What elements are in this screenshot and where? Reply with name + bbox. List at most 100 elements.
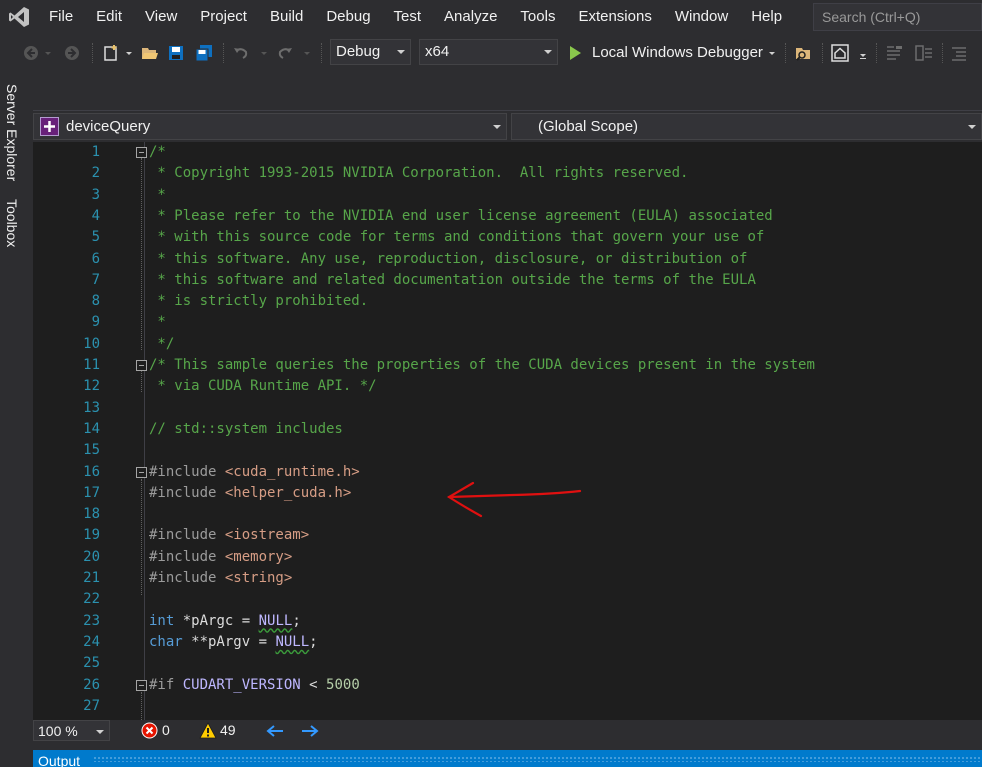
chevron-down-icon xyxy=(397,50,405,54)
new-project-icon[interactable] xyxy=(100,34,122,72)
outdent-icon[interactable] xyxy=(948,34,970,72)
code-line[interactable]: 15 xyxy=(33,440,982,461)
code-line[interactable]: 8 * is strictly prohibited. xyxy=(33,291,982,312)
search-input[interactable]: Search (Ctrl+Q) xyxy=(813,3,982,31)
code-line[interactable]: 21 #include <string> xyxy=(33,568,982,589)
collapse-region-icon[interactable] xyxy=(136,147,147,158)
back-dropdown-icon[interactable] xyxy=(43,34,53,72)
error-count[interactable]: 0 xyxy=(162,720,170,741)
undo-icon[interactable] xyxy=(230,34,252,72)
visual-studio-logo-icon[interactable] xyxy=(0,0,38,34)
scope-combo-value: (Global Scope) xyxy=(538,118,639,135)
code-token: /* This sample queries the properties of… xyxy=(149,357,815,373)
code-line[interactable]: 11 /* This sample queries the properties … xyxy=(33,355,982,376)
code-token: * is strictly prohibited. xyxy=(149,293,369,310)
menu-analyze[interactable]: Analyze xyxy=(433,0,509,34)
code-token: #include xyxy=(149,463,225,480)
tab-toolbox[interactable]: Toolbox xyxy=(4,199,20,247)
code-line[interactable]: 24 char **pArgv = NULL; xyxy=(33,632,982,653)
code-line[interactable]: 26 #if CUDART_VERSION < 5000 xyxy=(33,675,982,696)
code-text: * with this source code for terms and co… xyxy=(149,227,764,248)
scope-combo[interactable]: (Global Scope) xyxy=(511,113,982,140)
debugger-dropdown-icon[interactable] xyxy=(766,34,778,72)
code-line[interactable]: 12 * via CUDA Runtime API. */ xyxy=(33,376,982,397)
zoom-dropdown[interactable]: 100 % xyxy=(33,720,110,741)
indent-icon[interactable] xyxy=(913,34,935,72)
code-token: * via CUDA Runtime API. */ xyxy=(149,378,377,395)
line-number: 6 xyxy=(91,250,100,267)
solution-explorer-home-icon[interactable] xyxy=(829,34,851,72)
code-line[interactable]: 6 * this software. Any use, reproduction… xyxy=(33,249,982,270)
line-number: 27 xyxy=(83,697,100,714)
code-line[interactable]: 9 * xyxy=(33,312,982,333)
tab-server-explorer[interactable]: Server Explorer xyxy=(4,84,20,181)
warning-icon[interactable] xyxy=(199,722,217,745)
code-line[interactable]: 20 #include <memory> xyxy=(33,547,982,568)
start-debugging-button[interactable]: Local Windows Debugger xyxy=(592,34,763,72)
code-line[interactable]: 19 #include <iostream> xyxy=(33,525,982,546)
code-line[interactable]: 2 * Copyright 1993-2015 NVIDIA Corporati… xyxy=(33,163,982,184)
code-editor: deviceQuery (Global Scope) 1 /* 2 * Copyri… xyxy=(33,110,982,741)
error-icon[interactable] xyxy=(141,722,158,745)
menu-view[interactable]: View xyxy=(134,0,189,34)
code-line[interactable]: 13 xyxy=(33,398,982,419)
redo-dropdown-icon[interactable] xyxy=(302,34,312,72)
code-line[interactable]: 3 * xyxy=(33,185,982,206)
project-combo[interactable]: deviceQuery xyxy=(33,113,507,140)
code-text-area[interactable]: 1 /* 2 * Copyright 1993-2015 NVIDIA Corpor… xyxy=(33,142,982,720)
save-all-icon[interactable] xyxy=(193,34,215,72)
code-text: * this software. Any use, reproduction, … xyxy=(149,249,747,270)
code-token: ; xyxy=(309,633,318,650)
code-line[interactable]: 10 */ xyxy=(33,334,982,355)
toolbar-overflow-icon[interactable] xyxy=(856,34,870,72)
line-number: 15 xyxy=(83,442,100,459)
navigate-forward-icon[interactable] xyxy=(61,34,83,72)
code-line[interactable]: 25 xyxy=(33,653,982,674)
menu-project[interactable]: Project xyxy=(189,0,259,34)
undo-dropdown-icon[interactable] xyxy=(259,34,269,72)
menu-tools[interactable]: Tools xyxy=(509,0,567,34)
menu-test[interactable]: Test xyxy=(383,0,434,34)
code-line[interactable]: 14 // std::system includes xyxy=(33,419,982,440)
code-text: #include <memory> xyxy=(149,547,292,568)
code-token: */ xyxy=(149,335,175,352)
line-number: 12 xyxy=(83,378,100,395)
code-line[interactable]: 23 int *pArgc = NULL; xyxy=(33,611,982,632)
open-file-icon[interactable] xyxy=(139,34,161,72)
menu-window[interactable]: Window xyxy=(664,0,740,34)
next-issue-icon[interactable] xyxy=(301,723,319,744)
menu-build[interactable]: Build xyxy=(259,0,315,34)
collapse-region-icon[interactable] xyxy=(136,466,147,478)
warning-count[interactable]: 49 xyxy=(220,720,236,741)
menu-file[interactable]: File xyxy=(38,0,85,34)
platform-dropdown[interactable]: x64 xyxy=(419,39,558,65)
redo-icon[interactable] xyxy=(274,34,296,72)
menu-help[interactable]: Help xyxy=(740,0,794,34)
menu-debug[interactable]: Debug xyxy=(315,0,382,34)
save-icon[interactable] xyxy=(165,34,187,72)
line-number: 10 xyxy=(83,335,100,352)
line-number: 18 xyxy=(83,506,100,523)
code-line[interactable]: 7 * this software and related documentat… xyxy=(33,270,982,291)
panel-drag-handle[interactable] xyxy=(93,756,982,762)
new-dropdown-icon[interactable] xyxy=(124,34,134,72)
code-line[interactable]: 22 xyxy=(33,589,982,610)
collapse-region-icon[interactable] xyxy=(136,360,147,371)
previous-issue-icon[interactable] xyxy=(266,723,284,744)
code-line[interactable]: 1 /* xyxy=(33,142,982,163)
code-line[interactable]: 5 * with this source code for terms and … xyxy=(33,227,982,248)
code-line[interactable]: 27 xyxy=(33,696,982,717)
find-in-files-icon[interactable] xyxy=(792,34,814,72)
comment-out-icon[interactable] xyxy=(884,34,906,72)
code-text: /* This sample queries the properties of… xyxy=(149,355,815,376)
collapse-region-icon[interactable] xyxy=(136,679,147,691)
navigate-back-icon[interactable] xyxy=(20,34,42,72)
code-token: #include xyxy=(149,570,225,586)
menu-edit[interactable]: Edit xyxy=(85,0,134,34)
configuration-dropdown[interactable]: Debug xyxy=(330,39,411,65)
menu-extensions[interactable]: Extensions xyxy=(567,0,663,34)
line-number: 9 xyxy=(91,314,100,331)
code-line[interactable]: 4 * Please refer to the NVIDIA end user … xyxy=(33,206,982,227)
start-debugging-icon[interactable] xyxy=(566,34,584,72)
output-panel-header[interactable]: Output xyxy=(33,750,982,767)
